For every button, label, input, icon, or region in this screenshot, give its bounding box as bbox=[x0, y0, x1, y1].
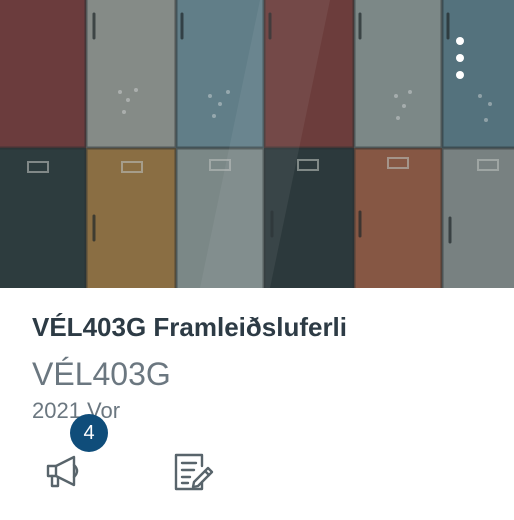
course-code: VÉL403G bbox=[32, 356, 171, 392]
course-title[interactable]: VÉL403G Framleiðsluferli bbox=[32, 312, 347, 343]
course-card-image[interactable] bbox=[0, 0, 514, 288]
card-options-kebab-icon[interactable] bbox=[444, 30, 476, 86]
assignment-edit-icon bbox=[174, 453, 214, 491]
assignments-button[interactable] bbox=[172, 450, 216, 494]
course-card[interactable]: VÉL403G Framleiðsluferli VÉL403G 2021 Vo… bbox=[0, 0, 514, 520]
image-overlay bbox=[0, 0, 514, 288]
announcements-button[interactable] bbox=[42, 450, 86, 494]
megaphone-icon bbox=[46, 455, 79, 488]
unread-announcements-badge: 4 bbox=[70, 414, 108, 452]
